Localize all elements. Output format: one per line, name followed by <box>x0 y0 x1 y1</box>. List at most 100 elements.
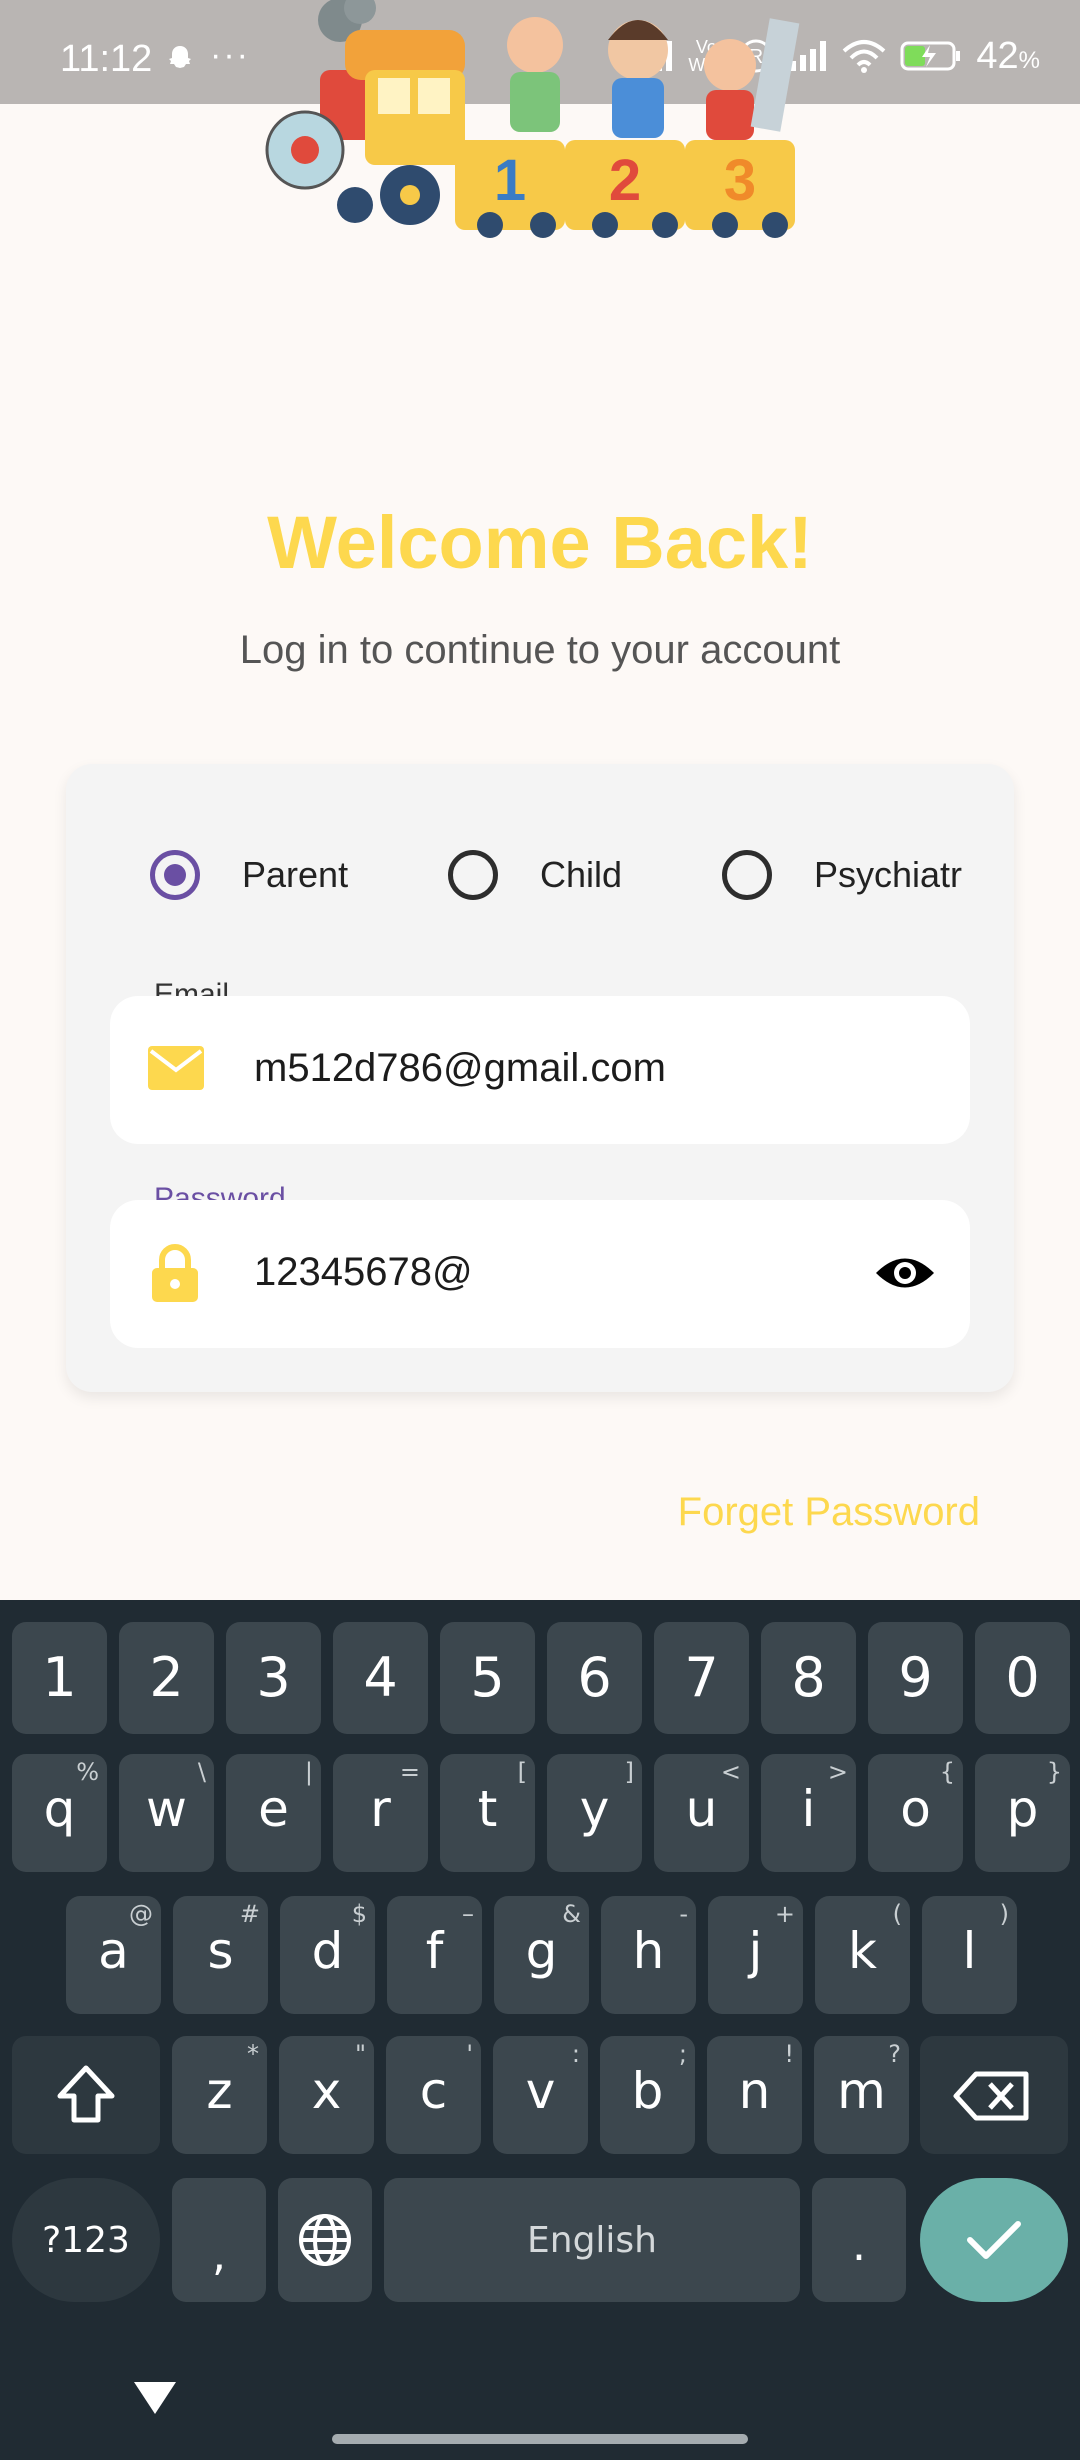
key-g[interactable]: g & <box>494 1896 589 2014</box>
key-y[interactable]: y] <box>547 1754 642 1872</box>
key-alt-label: $ <box>351 1900 367 1928</box>
key-a[interactable]: a @ <box>66 1896 161 2014</box>
mail-icon <box>148 1046 204 1090</box>
key-8[interactable]: 8 <box>761 1622 856 1734</box>
key-alt-label: # <box>239 1900 260 1928</box>
key-x[interactable]: x " <box>279 2036 374 2154</box>
shift-key[interactable] <box>12 2036 160 2154</box>
key-label: v <box>525 2062 556 2120</box>
key-2[interactable]: 2 <box>119 1622 214 1734</box>
hide-keyboard-icon[interactable] <box>130 2378 180 2418</box>
key-b[interactable]: b; <box>600 2036 695 2154</box>
key-label: 4 <box>363 1646 398 1709</box>
key-label: m <box>837 2062 886 2120</box>
role-option-parent[interactable]: Parent <box>150 842 348 908</box>
key-j[interactable]: j + <box>708 1896 803 2014</box>
space-key[interactable]: English <box>384 2178 800 2302</box>
key-v[interactable]: v: <box>493 2036 588 2154</box>
key-alt-label: + <box>774 1900 795 1928</box>
key-label: r <box>370 1780 391 1838</box>
key-alt-label: : <box>571 2040 580 2068</box>
key-label: 0 <box>1005 1646 1040 1709</box>
radio-unselected-icon[interactable] <box>448 850 498 900</box>
key-t[interactable]: t[ <box>440 1754 535 1872</box>
svg-text:1: 1 <box>494 148 526 213</box>
key-alt-label: } <box>1046 1758 1062 1786</box>
period-key[interactable]: . <box>812 2178 906 2302</box>
key-c[interactable]: c ' <box>386 2036 481 2154</box>
key-3[interactable]: 3 <box>226 1622 321 1734</box>
key-alt-label: | <box>304 1758 313 1786</box>
role-label-psychiatrist: Psychiatr <box>814 854 963 895</box>
eye-icon[interactable] <box>874 1252 936 1294</box>
enter-key[interactable] <box>920 2178 1068 2302</box>
key-r[interactable]: r = <box>333 1754 428 1872</box>
key-d[interactable]: d $ <box>280 1896 375 2014</box>
key-0[interactable]: 0 <box>975 1622 1070 1734</box>
radio-selected-icon[interactable] <box>150 850 200 900</box>
key-p[interactable]: p} <box>975 1754 1070 1872</box>
key-s[interactable]: s # <box>173 1896 268 2014</box>
key-label: u <box>685 1780 718 1838</box>
key-alt-label: ' <box>466 2040 473 2068</box>
password-field[interactable]: 12345678@ <box>110 1200 970 1348</box>
role-label-parent: Parent <box>242 854 349 895</box>
key-label: 5 <box>470 1646 505 1709</box>
key-6[interactable]: 6 <box>547 1622 642 1734</box>
key-h[interactable]: h- <box>601 1896 696 2014</box>
symbols-key[interactable]: ?123 <box>12 2178 160 2302</box>
role-option-psychiatrist[interactable]: Psychiatr <box>722 842 962 908</box>
key-alt-label: – <box>462 1900 474 1928</box>
language-key[interactable] <box>278 2178 372 2302</box>
key-f[interactable]: f – <box>387 1896 482 2014</box>
email-field[interactable]: m512d786@gmail.com <box>110 996 970 1144</box>
page-title: Welcome Back! <box>267 501 813 584</box>
checkmark-icon <box>967 2221 1021 2259</box>
role-label-child: Child <box>540 854 623 895</box>
key-label: c <box>419 2062 448 2120</box>
home-indicator[interactable] <box>332 2434 748 2444</box>
key-alt-label: ? <box>888 2040 901 2068</box>
wifi-icon <box>843 40 886 73</box>
battery-icon <box>900 41 961 71</box>
key-label: b <box>631 2062 664 2120</box>
key-u[interactable]: u < <box>654 1754 749 1872</box>
key-alt-label: - <box>679 1900 688 1928</box>
key-n[interactable]: n! <box>707 2036 802 2154</box>
role-option-child[interactable]: Child <box>448 842 622 908</box>
radio-unselected-icon[interactable] <box>722 850 772 900</box>
page-subtitle: Log in to continue to your account <box>239 628 841 672</box>
key-label: y <box>579 1780 610 1838</box>
email-value: m512d786@gmail.com <box>254 1046 666 1090</box>
key-4[interactable]: 4 <box>333 1622 428 1734</box>
train-illustration: 1 2 3 <box>265 0 800 238</box>
backspace-key[interactable] <box>920 2036 1068 2154</box>
key-w[interactable]: w \ <box>119 1754 214 1872</box>
svg-text:3: 3 <box>724 148 756 213</box>
key-1[interactable]: 1 <box>12 1622 107 1734</box>
key-7[interactable]: 7 <box>654 1622 749 1734</box>
key-label: 9 <box>898 1646 933 1709</box>
forget-password-link[interactable]: Forget Password <box>678 1490 980 1535</box>
key-5[interactable]: 5 <box>440 1622 535 1734</box>
key-label: f <box>425 1922 444 1980</box>
key-label: 1 <box>42 1646 77 1709</box>
key-alt-label: % <box>76 1758 99 1786</box>
key-z[interactable]: z * <box>172 2036 267 2154</box>
key-q[interactable]: q% <box>12 1754 107 1872</box>
more-notifications-icon: ··· <box>210 36 250 74</box>
soft-keyboard: 1 2 3 4 5 6 7 8 9 0 q% w \ e | r = t[y] u < i > o{p} a @ s # d $ f – g &… <box>0 1600 1080 2460</box>
key-o[interactable]: o{ <box>868 1754 963 1872</box>
comma-key[interactable]: , <box>172 2178 266 2302</box>
globe-icon <box>299 2214 351 2266</box>
key-l[interactable]: l) <box>922 1896 1017 2014</box>
key-k[interactable]: k( <box>815 1896 910 2014</box>
key-label: l <box>962 1922 977 1980</box>
key-e[interactable]: e | <box>226 1754 321 1872</box>
key-label: h <box>632 1922 665 1980</box>
key-9[interactable]: 9 <box>868 1622 963 1734</box>
key-i[interactable]: i > <box>761 1754 856 1872</box>
key-m[interactable]: m? <box>814 2036 909 2154</box>
key-alt-label: * <box>247 2040 259 2068</box>
key-label: n <box>738 2062 771 2120</box>
